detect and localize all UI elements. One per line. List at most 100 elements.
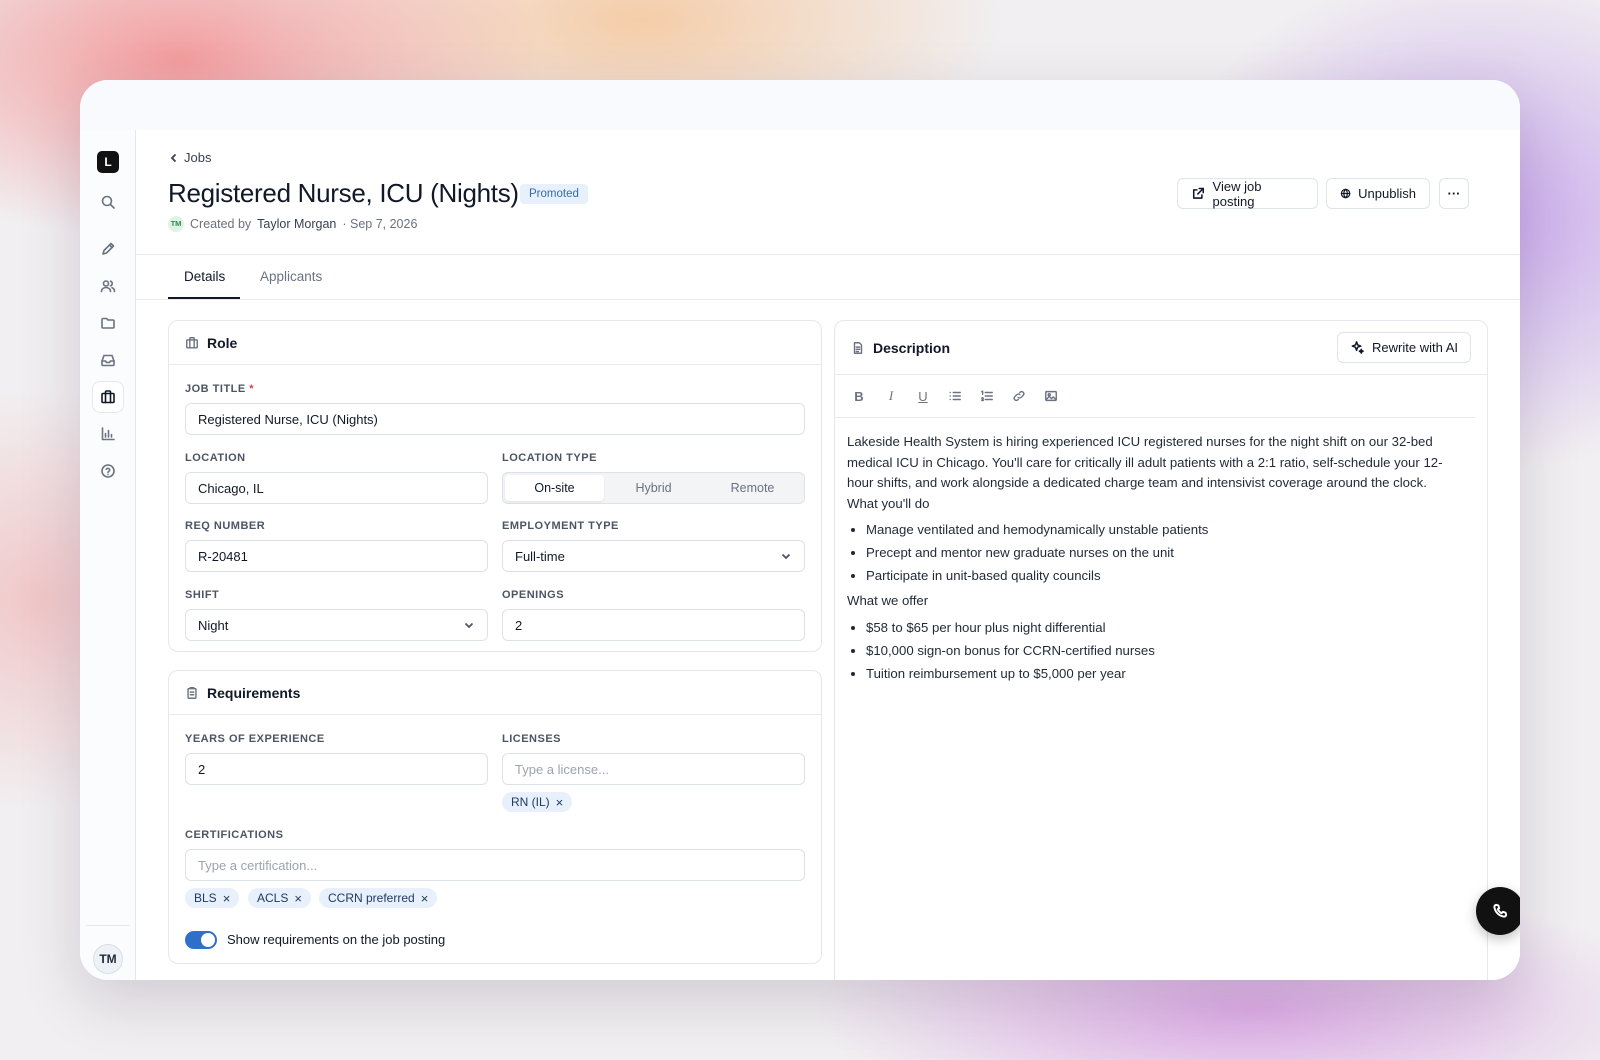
image-icon[interactable]	[1043, 388, 1059, 404]
external-link-icon	[1192, 187, 1205, 199]
document-icon	[853, 341, 863, 354]
list-item: Precept and mentor new graduate nurses o…	[866, 541, 1451, 564]
employment-type-value: Full-time	[515, 548, 565, 564]
briefcase-icon[interactable]	[92, 381, 124, 413]
numbered-list-icon[interactable]	[979, 388, 995, 404]
description-editor[interactable]: Lakeside Health System is hiring experie…	[847, 432, 1451, 689]
clipboard-icon	[187, 686, 197, 699]
certification-chip-label: BLS	[194, 891, 217, 905]
view-job-posting-button[interactable]: View job posting	[1177, 178, 1318, 209]
chevron-left-icon	[170, 153, 177, 162]
openings-input[interactable]: 2	[502, 609, 805, 641]
link-icon[interactable]	[1011, 388, 1027, 404]
tab-details[interactable]: Details	[184, 269, 225, 284]
certifications-input[interactable]: Type a certification...	[185, 849, 805, 881]
view-job-posting-label: View job posting	[1212, 178, 1262, 209]
bullet-list-icon[interactable]	[947, 388, 963, 404]
search-icon[interactable]	[92, 186, 124, 218]
description-heading: Description	[873, 339, 951, 356]
main-content: Jobs Registered Nurse, ICU (Nights) Prom…	[136, 130, 1520, 980]
bold-icon[interactable]: B	[851, 388, 867, 404]
app-logo[interactable]: L	[97, 151, 119, 173]
location-type-onsite[interactable]: On-site	[505, 475, 604, 501]
list-item: Manage ventilated and hemodynamically un…	[866, 518, 1451, 541]
req-number-input[interactable]: R-20481	[185, 540, 488, 572]
created-by-label: Created by	[190, 217, 252, 231]
briefcase-icon	[186, 336, 198, 349]
avatar[interactable]: TM	[93, 944, 123, 974]
breadcrumb-jobs[interactable]: Jobs	[184, 150, 211, 165]
phone-icon	[1493, 903, 1508, 918]
shift-value: Night	[198, 617, 229, 633]
help-icon[interactable]	[92, 455, 124, 487]
employment-type-select[interactable]: Full-time	[502, 540, 805, 572]
folder-icon[interactable]	[92, 307, 124, 339]
list-item: $10,000 sign-on bonus for CCRN-certified…	[866, 639, 1451, 662]
chart-icon[interactable]	[92, 418, 124, 450]
location-type-remote[interactable]: Remote	[703, 475, 802, 501]
role-card: Role JOB TITLE * Registered Nurse, ICU (…	[168, 320, 822, 652]
rewrite-with-ai-label: Rewrite with AI	[1372, 340, 1458, 355]
remove-chip-icon[interactable]: ×	[421, 892, 429, 905]
role-card-header: Role	[169, 321, 821, 365]
italic-icon[interactable]: I	[883, 388, 899, 404]
location-type-hybrid[interactable]: Hybrid	[604, 475, 703, 501]
description-intro: Lakeside Health System is hiring experie…	[847, 434, 1443, 490]
breadcrumb[interactable]: Jobs	[168, 150, 211, 165]
shift-label: SHIFT	[185, 589, 220, 601]
role-heading: Role	[207, 334, 238, 351]
list-item: Participate in unit-based quality counci…	[866, 564, 1451, 587]
years-experience-label: YEARS OF EXPERIENCE	[185, 733, 325, 745]
employment-type-label: EMPLOYMENT TYPE	[502, 520, 619, 532]
tabs-divider	[136, 299, 1520, 300]
more-options-button[interactable]: ···	[1439, 178, 1469, 209]
users-icon[interactable]	[92, 270, 124, 302]
globe-off-icon	[1340, 188, 1351, 199]
description-section-heading: What we offer	[847, 593, 929, 608]
call-button[interactable]	[1476, 887, 1520, 935]
sidebar-divider	[86, 925, 130, 926]
header-divider	[136, 254, 1520, 255]
license-chip-label: RN (IL)	[511, 795, 550, 809]
chevron-down-icon	[464, 622, 474, 629]
status-badge: Promoted	[520, 184, 588, 204]
job-title-input[interactable]: Registered Nurse, ICU (Nights)	[185, 403, 805, 435]
title-bar	[80, 80, 1520, 130]
description-list: Manage ventilated and hemodynamically un…	[866, 518, 1451, 587]
show-requirements-toggle[interactable]	[185, 931, 217, 949]
created-meta: TM Created by Taylor Morgan · Sep 7, 202…	[168, 216, 417, 232]
list-item: Tuition reimbursement up to $5,000 per y…	[866, 662, 1451, 685]
remove-chip-icon[interactable]: ×	[294, 892, 302, 905]
inbox-icon[interactable]	[92, 344, 124, 376]
location-input[interactable]: Chicago, IL	[185, 472, 488, 504]
tab-applicants[interactable]: Applicants	[260, 269, 322, 284]
rewrite-with-ai-button[interactable]: Rewrite with AI	[1337, 332, 1471, 363]
years-experience-input[interactable]: 2	[185, 753, 488, 785]
sidebar: L TM 6	[80, 130, 136, 980]
pen-icon[interactable]	[92, 233, 124, 265]
app-window: L TM 6	[80, 80, 1520, 980]
location-label: LOCATION	[185, 452, 246, 464]
chevron-down-icon	[781, 553, 791, 560]
job-title-label: JOB TITLE *	[185, 383, 255, 395]
description-list: $58 to $65 per hour plus night different…	[866, 616, 1451, 685]
remove-chip-icon[interactable]: ×	[556, 796, 564, 809]
underline-icon[interactable]: U	[915, 388, 931, 404]
location-type-segmented: On-site Hybrid Remote	[502, 472, 805, 504]
remove-chip-icon[interactable]: ×	[223, 892, 231, 905]
description-section-heading: What you'll do	[847, 495, 930, 511]
requirements-card-header: Requirements	[169, 671, 821, 715]
unpublish-label: Unpublish	[1358, 186, 1416, 201]
show-requirements-label: Show requirements on the job posting	[227, 932, 446, 947]
licenses-input[interactable]: Type a license...	[502, 753, 805, 785]
certification-chip: ACLS ×	[248, 888, 311, 908]
certification-chip-label: ACLS	[257, 891, 289, 905]
creator-name: Taylor Morgan	[257, 217, 337, 231]
certifications-label: CERTIFICATIONS	[185, 829, 284, 841]
requirements-heading: Requirements	[207, 684, 301, 701]
location-type-label: LOCATION TYPE	[502, 452, 597, 464]
certification-chip: CCRN preferred ×	[319, 888, 438, 908]
certification-chip: BLS ×	[185, 888, 240, 908]
shift-select[interactable]: Night	[185, 609, 488, 641]
unpublish-button[interactable]: Unpublish	[1326, 178, 1430, 209]
